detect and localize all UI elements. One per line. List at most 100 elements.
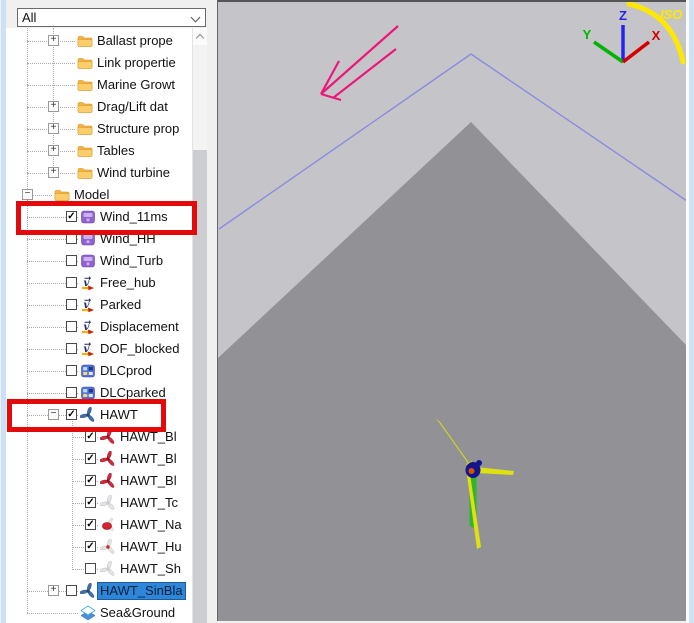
tree-item-label[interactable]: Parked — [98, 297, 143, 313]
expand-icon[interactable]: + — [48, 101, 59, 112]
tree-item-label[interactable]: Ballast prope — [95, 33, 175, 49]
tree-item-label[interactable]: HAWT_Sh — [118, 561, 183, 577]
visibility-checkbox[interactable] — [66, 343, 77, 354]
visibility-checkbox[interactable]: ✓ — [85, 497, 96, 508]
tree-row-structure-prop[interactable]: + Structure prop — [6, 118, 192, 140]
tree-row-dof-blocked[interactable]: vDOF_blocked — [6, 338, 192, 360]
expand-icon[interactable]: + — [48, 167, 59, 178]
tree-item-label[interactable]: Wind_Turb — [98, 253, 165, 269]
tree-row-marine-growt[interactable]: Marine Growt — [6, 74, 192, 96]
turbine-light-icon — [100, 561, 116, 577]
highlight-box-hawt — [7, 399, 166, 432]
x-axis-label: X — [652, 28, 661, 43]
visibility-checkbox[interactable] — [85, 563, 96, 574]
folder-icon — [77, 121, 93, 137]
viewport-3d[interactable]: Z Y X ISO — [217, 0, 687, 621]
visibility-checkbox[interactable] — [66, 387, 77, 398]
dlc-icon — [80, 363, 96, 379]
tree-item-label[interactable]: DOF_blocked — [98, 341, 181, 357]
chevron-up-icon — [196, 34, 204, 42]
tree-item-label[interactable]: Tables — [95, 143, 137, 159]
tree-item-label[interactable]: HAWT_Tc — [118, 495, 180, 511]
tree-row-hawt-sh[interactable]: HAWT_Sh — [6, 558, 192, 580]
tree-item-label[interactable]: Marine Growt — [95, 77, 177, 93]
turbine-blue-icon — [80, 583, 96, 599]
view-label: ISO — [660, 7, 682, 22]
z-axis-label: Z — [619, 8, 627, 23]
turbine-hub-dot — [469, 468, 475, 474]
visibility-checkbox[interactable] — [66, 585, 77, 596]
folder-icon — [77, 55, 93, 71]
tree-item-label[interactable]: DLCprod — [98, 363, 154, 379]
tree-item-label[interactable]: HAWT_SinBla — [98, 583, 185, 599]
expand-icon[interactable]: + — [48, 35, 59, 46]
object-filter-value: All — [22, 10, 36, 25]
expand-icon[interactable]: + — [48, 123, 59, 134]
tree-scrollbar[interactable] — [192, 28, 207, 623]
visibility-checkbox[interactable]: ✓ — [85, 519, 96, 530]
tree-item-label[interactable]: Sea&Ground — [98, 605, 177, 621]
tree-item-label[interactable]: HAWT_Bl — [118, 451, 179, 467]
turbine-hub-icon — [100, 539, 116, 555]
tree-row-hawt-na[interactable]: ✓ HAWT_Na — [6, 514, 192, 536]
turbine-light-icon — [100, 495, 116, 511]
tree-item-label[interactable]: HAWT_Na — [118, 517, 184, 533]
tree-row-hawt-tc[interactable]: ✓ HAWT_Tc — [6, 492, 192, 514]
window-right-border — [689, 0, 694, 623]
tree-row-tables[interactable]: + Tables — [6, 140, 192, 162]
tree-row-wind-turb[interactable]: Wind_Turb — [6, 250, 192, 272]
visibility-checkbox[interactable] — [66, 321, 77, 332]
turbine-red-icon — [100, 473, 116, 489]
visibility-checkbox[interactable] — [66, 255, 77, 266]
tree-row-hawt-sinbla[interactable]: + HAWT_SinBla — [6, 580, 192, 602]
visibility-checkbox[interactable]: ✓ — [85, 541, 96, 552]
x-axis — [623, 42, 649, 62]
folder-icon — [77, 99, 93, 115]
y-axis — [594, 42, 623, 62]
visibility-checkbox[interactable] — [66, 365, 77, 376]
tree-item-label[interactable]: Free_hub — [98, 275, 158, 291]
tree-row-hawt-hu[interactable]: ✓ HAWT_Hu — [6, 536, 192, 558]
tree-row-drag-lift-dat[interactable]: + Drag/Lift dat — [6, 96, 192, 118]
folder-icon — [77, 165, 93, 181]
y-axis-label: Y — [583, 27, 592, 42]
tree-row-link-propertie[interactable]: Link propertie — [6, 52, 192, 74]
tree-row-parked[interactable]: vParked — [6, 294, 192, 316]
tree-row-ballast-prope[interactable]: + Ballast prope — [6, 30, 192, 52]
scrollbar-up-button[interactable] — [193, 28, 207, 45]
tree-item-label[interactable]: HAWT_Hu — [118, 539, 184, 555]
vector-icon: v — [80, 275, 96, 291]
nacelle-icon — [100, 517, 116, 533]
seabed-surface — [218, 122, 687, 621]
tree-item-label[interactable]: HAWT_Bl — [118, 473, 179, 489]
tree-connector — [27, 613, 78, 614]
visibility-checkbox[interactable]: ✓ — [85, 431, 96, 442]
annotation-arrow — [321, 26, 398, 100]
object-filter-dropdown[interactable]: All — [17, 8, 206, 27]
tree-row-sea-ground[interactable]: Sea&Ground — [6, 602, 192, 623]
tree-row-displacement[interactable]: vDisplacement — [6, 316, 192, 338]
visibility-checkbox[interactable] — [66, 277, 77, 288]
tree-item-label[interactable]: Drag/Lift dat — [95, 99, 170, 115]
visibility-checkbox[interactable] — [66, 299, 77, 310]
viewport-3d-scene: Z Y X ISO — [218, 2, 687, 621]
tree-row-hawt-bl[interactable]: ✓ HAWT_Bl — [6, 470, 192, 492]
vector-icon: v — [80, 341, 96, 357]
expand-icon[interactable]: + — [48, 145, 59, 156]
tree-row-hawt-bl[interactable]: ✓ HAWT_Bl — [6, 448, 192, 470]
tree-item-label[interactable]: Link propertie — [95, 55, 178, 71]
tree-item-label[interactable]: Displacement — [98, 319, 181, 335]
tree-item-label[interactable]: Structure prop — [95, 121, 181, 137]
layers-icon — [80, 605, 96, 621]
tree-row-dlcprod[interactable]: DLCprod — [6, 360, 192, 382]
model-browser-tree[interactable]: + Ballast prope Link propertie Marine Growt… — [6, 28, 192, 623]
tree-row-free-hub[interactable]: vFree_hub — [6, 272, 192, 294]
visibility-checkbox[interactable]: ✓ — [85, 453, 96, 464]
visibility-checkbox[interactable]: ✓ — [85, 475, 96, 486]
wind-icon — [80, 253, 96, 269]
tree-row-wind-turbine[interactable]: + Wind turbine — [6, 162, 192, 184]
collapse-icon[interactable]: − — [22, 189, 33, 200]
expand-icon[interactable]: + — [48, 585, 59, 596]
vector-icon: v — [80, 297, 96, 313]
tree-item-label[interactable]: Wind turbine — [95, 165, 172, 181]
